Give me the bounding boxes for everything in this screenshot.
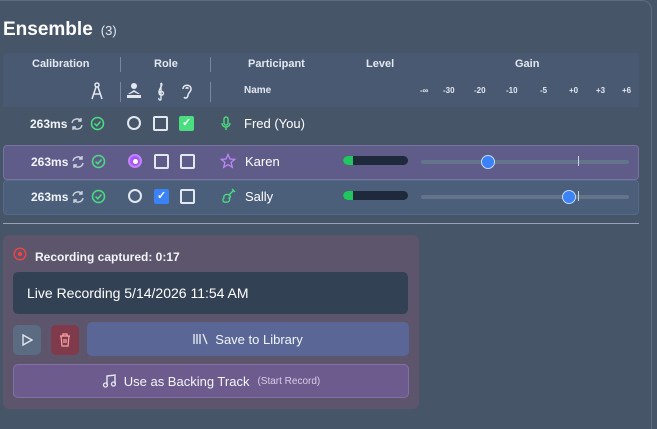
gain-tick: +6: [622, 86, 632, 95]
gain-slider-thumb[interactable]: [480, 155, 495, 169]
check-circle-icon: [91, 189, 106, 209]
recording-title-input[interactable]: Live Recording 5/14/2026 11:54 AM: [13, 272, 408, 314]
soloist-checkbox[interactable]: [154, 154, 169, 169]
gain-tick: -10: [506, 86, 518, 95]
table-header: Calibration Role Participant Level Gain: [3, 53, 639, 76]
col-role: Role: [154, 58, 178, 70]
participant-name: Karen: [245, 154, 280, 169]
col-gain: Gain: [515, 58, 540, 70]
check-circle-icon: [91, 154, 106, 174]
gain-tick: -5: [540, 86, 548, 95]
delete-button[interactable]: [51, 325, 79, 355]
trash-icon: [60, 333, 70, 347]
play-icon: [22, 334, 33, 346]
recording-card: Recording captured: 0:17 Live Recording …: [3, 235, 419, 409]
col-calibration: Calibration: [32, 58, 90, 70]
ear-icon: [179, 82, 195, 103]
latency-value: 263ms: [31, 155, 69, 169]
save-to-library-button[interactable]: Save to Library: [87, 322, 409, 356]
compass-icon: [90, 82, 104, 103]
gain-tick: +3: [596, 86, 606, 95]
microphone-icon: [220, 116, 232, 137]
recording-status: Recording captured: 0:17: [13, 247, 180, 266]
check-icon: ✓: [182, 117, 192, 129]
divider: [210, 82, 211, 102]
recalibrate-icon[interactable]: [71, 190, 85, 209]
recording-status-text: Recording captured: 0:17: [35, 249, 180, 264]
listener-checkbox[interactable]: [180, 154, 195, 169]
level-fill: [343, 156, 353, 165]
level-fill: [343, 191, 353, 200]
soloist-checkbox[interactable]: [153, 116, 168, 131]
soloist-checkbox[interactable]: ✓: [154, 189, 169, 204]
save-label: Save to Library: [215, 331, 303, 347]
section-divider: [3, 223, 639, 224]
unity-gain-marker: [578, 191, 579, 201]
name-label: Name: [244, 85, 272, 96]
star-icon: [219, 152, 237, 174]
gain-slider[interactable]: [421, 190, 629, 204]
latency-value: 263ms: [30, 117, 68, 131]
gain-tick: -30: [443, 86, 455, 95]
recalibrate-icon[interactable]: [70, 117, 84, 136]
level-meter: [343, 191, 408, 200]
backing-label: Use as Backing Track: [123, 373, 250, 389]
participant-count: (3): [100, 23, 117, 38]
table-row[interactable]: 263ms Karen: [3, 145, 639, 180]
participant-name: Fred (You): [244, 116, 305, 131]
recalibrate-icon[interactable]: [71, 155, 85, 174]
gain-tick: +0: [569, 86, 579, 95]
gain-tick: -∞: [420, 86, 429, 95]
divider: [210, 57, 211, 72]
gain-slider-thumb[interactable]: [561, 190, 576, 204]
listener-checkbox[interactable]: ✓: [179, 116, 194, 131]
level-meter: [343, 156, 408, 165]
play-button[interactable]: [13, 325, 41, 355]
conductor-radio[interactable]: [127, 116, 141, 130]
gain-slider[interactable]: [421, 155, 629, 169]
table-row[interactable]: 263ms ✓ Sally: [3, 180, 639, 215]
table-row: 263ms ✓ Fred (You): [3, 108, 639, 141]
divider: [120, 57, 121, 72]
gain-tick: -20: [474, 86, 486, 95]
table-subheader: Name -∞ -30 -20 -10 -5 +0 +3 +6: [3, 76, 639, 107]
library-icon: [193, 333, 208, 345]
listener-checkbox[interactable]: [180, 189, 195, 204]
divider: [120, 82, 121, 102]
ensemble-header: Ensemble (3): [3, 19, 117, 41]
backing-hint: (Start Record): [257, 375, 321, 387]
guitar-icon: [221, 188, 236, 209]
col-level: Level: [366, 58, 395, 70]
col-participant: Participant: [248, 58, 305, 70]
conductor-icon: [125, 82, 143, 103]
check-circle-icon: [90, 116, 105, 136]
latency-value: 263ms: [31, 190, 69, 204]
treble-clef-icon: [155, 81, 167, 104]
check-icon: ✓: [157, 190, 167, 202]
participants-table: Calibration Role Participant Level Gain …: [3, 53, 639, 215]
unity-gain-marker: [578, 156, 579, 166]
use-as-backing-track-button[interactable]: Use as Backing Track (Start Record): [13, 364, 409, 398]
record-stop-icon: [13, 247, 27, 266]
music-note-icon: [102, 374, 116, 388]
conductor-radio[interactable]: [128, 154, 142, 168]
participant-name: Sally: [245, 189, 274, 204]
conductor-radio[interactable]: [128, 189, 142, 203]
page-title: Ensemble: [3, 19, 93, 40]
